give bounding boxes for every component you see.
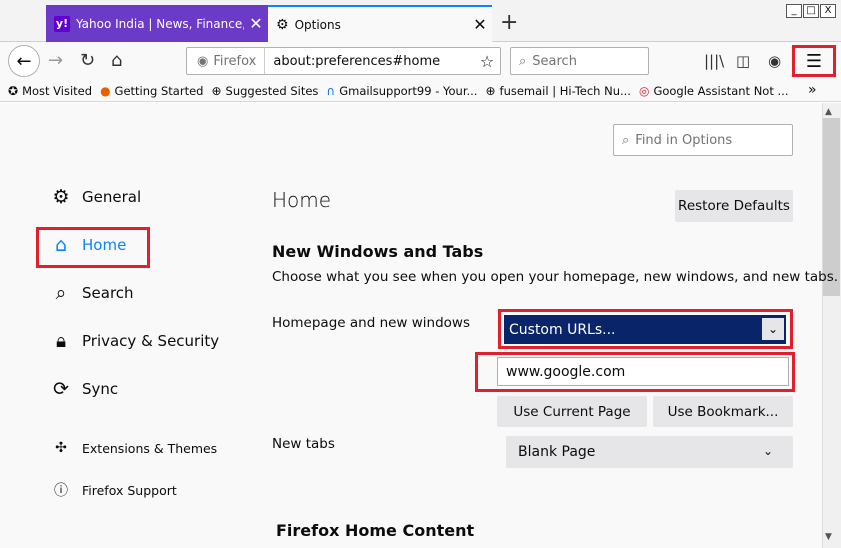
section-title: New Windows and Tabs [272,242,484,261]
sync-icon: ⟳ [53,378,69,400]
reload-icon: ↻ [80,50,96,71]
account-icon: ◉ [768,52,782,70]
tab-label: Yahoo India | News, Finance, Cric [76,16,244,31]
more-bookmarks-chevron-icon[interactable]: » [808,82,817,98]
lock-icon: 🔒︎ [55,330,67,352]
url-bar[interactable]: ◉ Firefox about:preferences#home ☆ [186,47,501,75]
close-window-button[interactable]: X [820,4,836,18]
identity-box[interactable]: ◉ Firefox [187,48,266,74]
globe-icon: ⊕ [211,83,222,98]
arrow-left-icon: ← [16,50,32,72]
reload-button[interactable]: ↻ [80,50,95,71]
account-button[interactable]: ◉ [768,52,781,70]
hamburger-icon: ☰ [805,50,823,72]
search-icon: ⌕ [519,53,527,69]
menu-button[interactable]: ☰ [792,45,836,77]
search-icon: ⌕ [55,282,67,304]
scroll-down-icon[interactable]: ▼ [825,532,832,542]
maximize-button[interactable]: □ [803,4,819,18]
yahoo-favicon-icon: y! [54,15,70,32]
help-icon: ⓘ [54,483,68,499]
bookmark-getting-started[interactable]: ● Getting Started [100,84,203,98]
star-icon: ✪ [8,83,19,98]
sidebar-icon: ◫ [736,52,751,70]
headset-icon: ∩ [326,83,336,98]
bookmark-most-visited[interactable]: ✪ Most Visited [8,84,92,98]
bookmark-suggested-sites[interactable]: ⊕ Suggested Sites [211,84,318,98]
chevron-down-icon[interactable]: ⌄ [762,318,784,340]
restore-defaults-button[interactable]: Restore Defaults [675,190,793,222]
library-icon: |||\ [704,52,725,70]
tab-label: Options [294,17,341,32]
use-current-page-button[interactable]: Use Current Page [497,396,647,427]
chevron-down-icon[interactable]: ⌄ [763,444,773,458]
library-button[interactable]: |||\ [704,52,724,70]
url-text[interactable]: about:preferences#home [265,54,474,69]
target-icon: ◎ [638,83,650,98]
search-icon: ⌕ [622,132,630,148]
use-bookmark-button[interactable]: Use Bookmark... [653,396,793,427]
new-tabs-label: New tabs [272,436,335,452]
back-button[interactable]: ← [8,45,40,77]
category-general[interactable]: ⚙ General [48,186,141,208]
tab-options[interactable]: ⚙ Options ✕ [268,5,492,42]
close-tab-icon[interactable]: ✕ [468,15,492,34]
sidebar-button[interactable]: ◫ [736,52,750,70]
bookmark-star-icon[interactable]: ☆ [474,52,500,71]
new-tab-button[interactable]: + [500,10,518,35]
tab-yahoo[interactable]: y! Yahoo India | News, Finance, Cric ✕ [46,5,268,42]
bookmark-google-assistant[interactable]: ◎ Google Assistant Not ... [639,84,789,98]
new-tabs-select[interactable]: Blank Page [506,436,793,468]
arrow-right-icon: → [48,50,64,71]
bookmark-fusemail[interactable]: ⊕ fusemail | Hi-Tech Nu... [485,84,631,98]
home-icon: ⌂ [111,50,123,71]
search-input[interactable]: ⌕ Search [510,47,649,75]
category-support[interactable]: ⓘ Firefox Support [48,480,177,500]
bookmark-gmailsupport[interactable]: ∩ Gmailsupport99 - Your... [326,84,477,98]
category-privacy[interactable]: 🔒︎ Privacy & Security [48,330,219,352]
gear-icon: ⚙ [276,16,289,33]
page-title: Home [272,188,332,212]
puzzle-icon: ✣ [55,440,67,456]
category-home[interactable]: ⌂ Home [48,234,126,256]
globe-icon: ⊕ [485,83,496,98]
home-content-title: Firefox Home Content [276,521,475,540]
homepage-label: Homepage and new windows [272,315,471,331]
gear-icon: ⚙ [52,186,70,208]
find-in-options-input[interactable]: ⌕ Find in Options [613,124,793,156]
category-extensions[interactable]: ✣ Extensions & Themes [48,440,217,456]
firefox-icon: ● [100,83,111,98]
close-tab-icon[interactable]: ✕ [244,14,268,33]
home-button[interactable]: ⌂ [111,50,122,71]
section-description: Choose what you see when you open your h… [272,269,839,285]
homepage-url-input[interactable]: www.google.com [497,357,789,386]
homepage-select[interactable]: Custom URLs... [504,315,786,344]
scroll-up-icon[interactable]: ▲ [825,107,832,117]
bookmarks-toolbar: ✪ Most Visited ● Getting Started ⊕ Suggeste… [0,80,841,102]
category-search[interactable]: ⌕ Search [48,282,134,304]
minimize-button[interactable]: _ [786,4,802,18]
forward-button[interactable]: → [48,50,63,71]
home-icon: ⌂ [54,234,68,256]
category-sync[interactable]: ⟳ Sync [48,378,118,400]
firefox-icon: ◉ [197,53,209,69]
